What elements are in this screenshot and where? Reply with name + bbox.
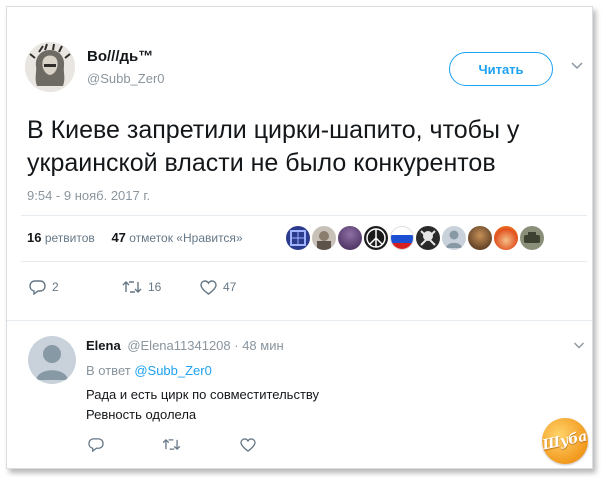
divider: [21, 215, 587, 216]
likers-avatars: [286, 226, 544, 252]
liker-avatar[interactable]: [442, 226, 466, 250]
reply-text-line: Ревность одолела: [86, 407, 197, 422]
reply-icon: [88, 438, 104, 452]
reply-icon: [29, 280, 46, 295]
tweet-actions: 2 16 47: [29, 279, 236, 295]
retweet-action[interactable]: [162, 438, 240, 451]
tweet-text-line: украинской власти не было конкурентов: [27, 149, 496, 177]
liker-avatar[interactable]: [364, 226, 388, 250]
like-action[interactable]: 47: [200, 279, 237, 295]
liker-avatar[interactable]: [286, 226, 310, 250]
author-handle[interactable]: @Subb_Zer0: [87, 71, 165, 86]
liker-avatar[interactable]: [520, 226, 544, 250]
reply-action[interactable]: [88, 437, 162, 452]
retweet-count: 16: [148, 280, 162, 294]
liker-avatar[interactable]: [416, 226, 440, 250]
reply-action[interactable]: 2: [29, 279, 122, 295]
engagement-stats: 16 ретвитов 47 отметок «Нравится»: [27, 230, 243, 245]
reply-header: Elena @Elena11341208 · 48 мин: [86, 338, 284, 353]
reply-count: 2: [52, 280, 59, 294]
tweet-card: Во///дь™ @Subb_Zer0 Читать В Киеве запре…: [6, 6, 593, 469]
follow-button[interactable]: Читать: [449, 52, 553, 86]
reply-text-line: Рада и есть цирк по совместительству: [86, 387, 320, 402]
like-icon: [200, 279, 217, 295]
tweet-text-line: В Киеве запретили цирки-шапито, чтобы у: [27, 116, 520, 144]
author-avatar[interactable]: [25, 42, 75, 92]
liker-avatar[interactable]: [312, 226, 336, 250]
liker-avatar[interactable]: [468, 226, 492, 250]
liker-avatar[interactable]: [494, 226, 518, 250]
author-name[interactable]: Во///дь™: [87, 48, 153, 65]
in-reply-to: В ответ @Subb_Zer0: [86, 363, 212, 378]
chevron-down-icon[interactable]: [570, 61, 584, 71]
in-reply-prefix: В ответ: [86, 363, 131, 378]
divider: [7, 320, 592, 321]
reply-avatar[interactable]: [28, 336, 76, 384]
retweets-count[interactable]: 16: [27, 230, 41, 245]
watermark-logo: Шуба: [537, 413, 593, 469]
reply-time[interactable]: · 48 мин: [234, 338, 283, 353]
default-avatar-icon: [36, 345, 68, 380]
retweet-action[interactable]: 16: [122, 280, 200, 294]
in-reply-handle-link[interactable]: @Subb_Zer0: [134, 363, 212, 378]
retweets-label[interactable]: ретвитов: [45, 231, 95, 245]
tweet-timestamp[interactable]: 9:54 - 9 нояб. 2017 г.: [27, 188, 150, 203]
like-count: 47: [223, 280, 237, 294]
tweet-text: В Киеве запретили цирки-шапито, чтобы у …: [27, 114, 587, 180]
liker-avatar[interactable]: [338, 226, 362, 250]
divider: [21, 261, 587, 262]
reply-author-name[interactable]: Elena: [86, 338, 121, 353]
likes-label[interactable]: отметок «Нравится»: [129, 231, 242, 245]
retweet-icon: [162, 438, 181, 451]
retweet-icon: [122, 281, 142, 293]
like-icon: [240, 437, 256, 452]
like-action[interactable]: [240, 437, 256, 452]
chevron-down-icon[interactable]: [573, 341, 585, 350]
liker-avatar[interactable]: [390, 226, 414, 250]
reply-author-handle[interactable]: @Elena11341208: [127, 338, 230, 353]
likes-count[interactable]: 47: [111, 230, 125, 245]
reply-tweet-actions: [88, 437, 256, 452]
